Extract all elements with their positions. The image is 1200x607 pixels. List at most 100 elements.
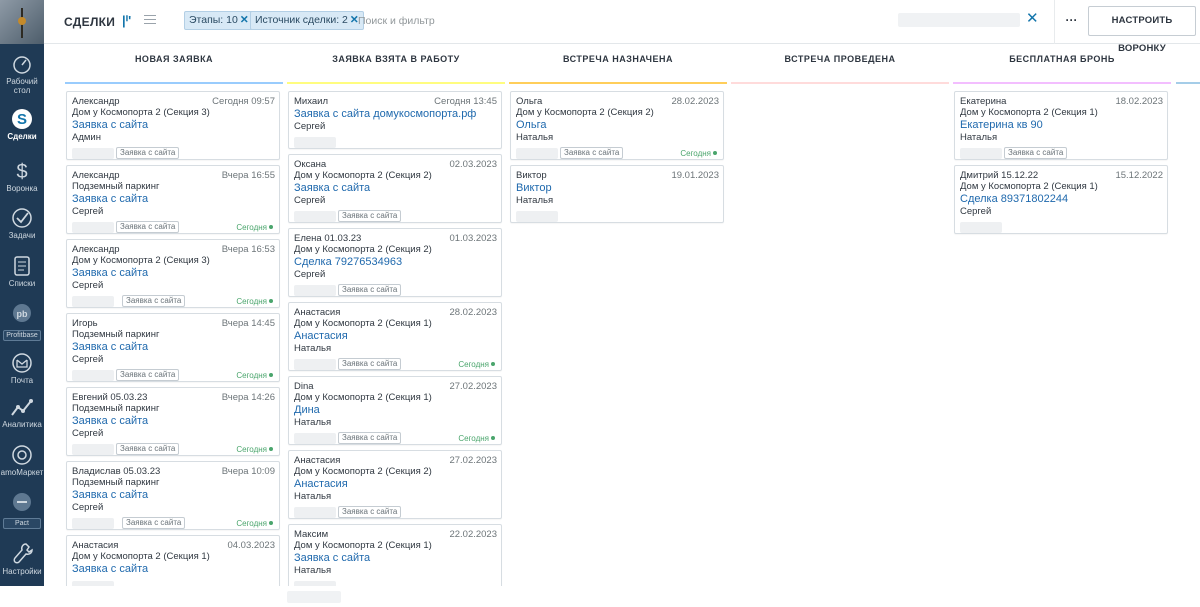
deal-link[interactable]: Заявка с сайта	[72, 562, 275, 576]
task-status: Сегодня	[458, 360, 495, 369]
deal-link[interactable]: Заявка с сайта	[72, 266, 275, 280]
close-icon[interactable]: ✕	[240, 14, 249, 26]
nav-badge-profitbase[interactable]: Profitbase	[3, 330, 41, 341]
card-object: Дом у Космопорта 2 (Секция 2)	[294, 170, 432, 181]
deal-link[interactable]: Виктор	[516, 181, 719, 195]
filter-chip-source[interactable]: Источник сделки: 2 ✕	[250, 11, 364, 30]
nav-item-pact[interactable]	[0, 492, 44, 514]
deal-link[interactable]: Дина	[294, 403, 497, 417]
source-tag[interactable]: Заявка с сайта	[116, 147, 180, 159]
deal-card[interactable]: Dina 27.02.2023 Дом у Космопорта 2 (Секция…	[288, 376, 502, 445]
deal-link[interactable]: Заявка с сайта домукосмопорта.рф	[294, 107, 497, 121]
deal-card[interactable]: Екатерина 18.02.2023 Дом у Космопорта 2 (С…	[954, 91, 1168, 160]
deal-link[interactable]: Сделка 89371802244	[960, 192, 1163, 206]
deal-link[interactable]: Заявка с сайта	[72, 414, 275, 428]
deal-card[interactable]: Оксана 02.03.2023 Дом у Космопорта 2 (Секц…	[288, 154, 502, 223]
column-header[interactable]: ЗАЯВКА ВЗЯТА В РАБОТУ	[287, 44, 505, 84]
column-color-line	[731, 82, 949, 84]
filter-chip-stages[interactable]: Этапы: 10 ✕	[184, 11, 254, 30]
task-status-label: Сегодня	[236, 519, 267, 528]
card-header-row: Михаил Сегодня 13:45	[294, 96, 497, 107]
source-tag[interactable]: Заявка с сайта	[1004, 147, 1068, 159]
nav-item-settings[interactable]: Настройки	[0, 541, 44, 576]
settings-icon	[13, 543, 33, 564]
deal-card[interactable]: Елена 01.03.23 01.03.2023 Дом у Космопорта…	[288, 228, 502, 297]
search-input[interactable]	[358, 11, 658, 30]
responsible-user: Наталья	[294, 565, 332, 576]
pipeline-view-icon[interactable]: |ᑊ'	[122, 13, 131, 29]
deal-link[interactable]: Заявка с сайта	[72, 192, 275, 206]
card-date: Вчера 14:26	[221, 392, 275, 403]
column-header[interactable]: БЕСПЛАТНАЯ БРОНЬ	[953, 44, 1171, 84]
source-tag[interactable]: Заявка с сайта	[116, 369, 180, 381]
source-tag[interactable]: Заявка с сайта	[338, 358, 402, 370]
responsible-user: Сергей	[960, 206, 992, 217]
source-tag[interactable]: Заявка с сайта	[560, 147, 624, 159]
deal-link[interactable]: Заявка с сайта	[72, 118, 275, 132]
more-button[interactable]: ···	[1054, 0, 1088, 44]
deal-link[interactable]: Заявка с сайта	[294, 551, 497, 565]
left-nav: Рабочий стол S Сделки $ Воронка Задачи С…	[0, 0, 44, 586]
deal-card[interactable]: Анастасия 28.02.2023 Дом у Космопорта 2 (С…	[288, 302, 502, 371]
card-object: Дом у Космопорта 2 (Секция 1)	[294, 392, 432, 403]
source-tag[interactable]: Заявка с сайта	[338, 284, 402, 296]
card-footer: Заявка с сайта	[960, 146, 1163, 161]
deal-card[interactable]: Александр Сегодня 09:57 Дом у Космопорта 2…	[66, 91, 280, 160]
source-tag[interactable]: Заявка с сайта	[338, 210, 402, 222]
source-tag[interactable]: Заявка с сайта	[122, 517, 186, 529]
deal-link[interactable]: Заявка с сайта	[294, 181, 497, 195]
column-header[interactable]: ВСТРЕЧА ПРОВЕДЕНА	[731, 44, 949, 84]
deal-card[interactable]: Евгений 05.03.23 Вчера 14:26 Подземный пар…	[66, 387, 280, 456]
deal-card[interactable]: Михаил Сегодня 13:45 Заявка с сайта домуко…	[288, 91, 502, 149]
deal-link[interactable]: Заявка с сайта	[72, 488, 275, 502]
source-tag[interactable]: Заявка с сайта	[338, 432, 402, 444]
column-color-line	[287, 82, 505, 84]
column-header[interactable]: ВСТРЕЧА НАЗНАЧЕНА	[509, 44, 727, 84]
svg-text:S: S	[17, 111, 27, 128]
source-tag[interactable]: Заявка с сайта	[116, 221, 180, 233]
nav-item-lists[interactable]: Списки	[0, 255, 44, 288]
deal-card[interactable]: Александр Вчера 16:53 Дом у Космопорта 2 (…	[66, 239, 280, 308]
blurred-field	[516, 211, 558, 222]
nav-item-mail[interactable]: Почта	[0, 352, 44, 385]
nav-item-funnel[interactable]: $ Воронка	[0, 160, 44, 193]
responsible-user: Наталья	[960, 132, 998, 143]
nav-item-dashboard[interactable]: Рабочий стол	[0, 55, 44, 95]
deal-card[interactable]: Анастасия 04.03.2023 Дом у Космопорта 2 (С…	[66, 535, 280, 593]
deal-link[interactable]: Анастасия	[294, 477, 497, 491]
deals-icon: S	[12, 109, 32, 129]
card-header-row: Александр Вчера 16:53	[72, 244, 275, 255]
source-tag[interactable]: Заявка с сайта	[116, 443, 180, 455]
source-tag[interactable]: Заявка с сайта	[338, 506, 402, 518]
deal-card[interactable]: Владислав 05.03.23 Вчера 10:09 Подземный п…	[66, 461, 280, 530]
clear-filter-icon[interactable]: ✕	[1026, 10, 1039, 28]
list-view-icon[interactable]	[144, 15, 156, 27]
deal-card[interactable]: Виктор 19.01.2023 Виктор Наталья	[510, 165, 724, 223]
nav-item-market[interactable]: amoМаркет	[0, 444, 44, 477]
deal-card[interactable]: Максим 22.02.2023 Дом у Космопорта 2 (Секц…	[288, 524, 502, 593]
status-dot-icon	[269, 299, 273, 303]
nav-item-analytics[interactable]: Аналитика	[0, 398, 44, 429]
deal-card[interactable]: Ольга 28.02.2023 Дом у Космопорта 2 (Секци…	[510, 91, 724, 160]
deal-link[interactable]: Ольга	[516, 118, 719, 132]
deal-link[interactable]: Заявка с сайта	[72, 340, 275, 354]
setup-pipeline-button[interactable]: НАСТРОИТЬ ВОРОНКУ	[1088, 6, 1196, 54]
source-tag[interactable]: Заявка с сайта	[122, 295, 186, 307]
responsible-user: Сергей	[294, 269, 326, 280]
deal-link[interactable]: Сделка 79276534963	[294, 255, 497, 269]
nav-item-tasks[interactable]: Задачи	[0, 207, 44, 240]
task-status: Сегодня	[236, 371, 273, 380]
nav-item-profitbase[interactable]: pb	[0, 303, 44, 325]
deal-card[interactable]: Игорь Вчера 14:45 Подземный паркинг Заявка …	[66, 313, 280, 382]
deal-link[interactable]: Екатерина кв 90	[960, 118, 1163, 132]
user-avatar[interactable]	[0, 0, 44, 44]
nav-badge-pact[interactable]: Pact	[3, 518, 41, 529]
column-header[interactable]: НОВАЯ ЗАЯВКА	[65, 44, 283, 84]
deal-card[interactable]: Дмитрий 15.12.22 15.12.2022 Дом у Космопор…	[954, 165, 1168, 234]
deal-card[interactable]: Анастасия 27.02.2023 Дом у Космопорта 2 (С…	[288, 450, 502, 519]
filter-bar[interactable]: Этапы: 10 ✕ Источник сделки: 2 ✕	[174, 10, 894, 32]
deal-card[interactable]: Александр Вчера 16:55 Подземный паркинг Зая…	[66, 165, 280, 234]
nav-item-deals[interactable]: S Сделки	[0, 108, 44, 141]
deal-link[interactable]: Анастасия	[294, 329, 497, 343]
card-footer: Заявка с сайта Сегодня	[516, 146, 719, 161]
